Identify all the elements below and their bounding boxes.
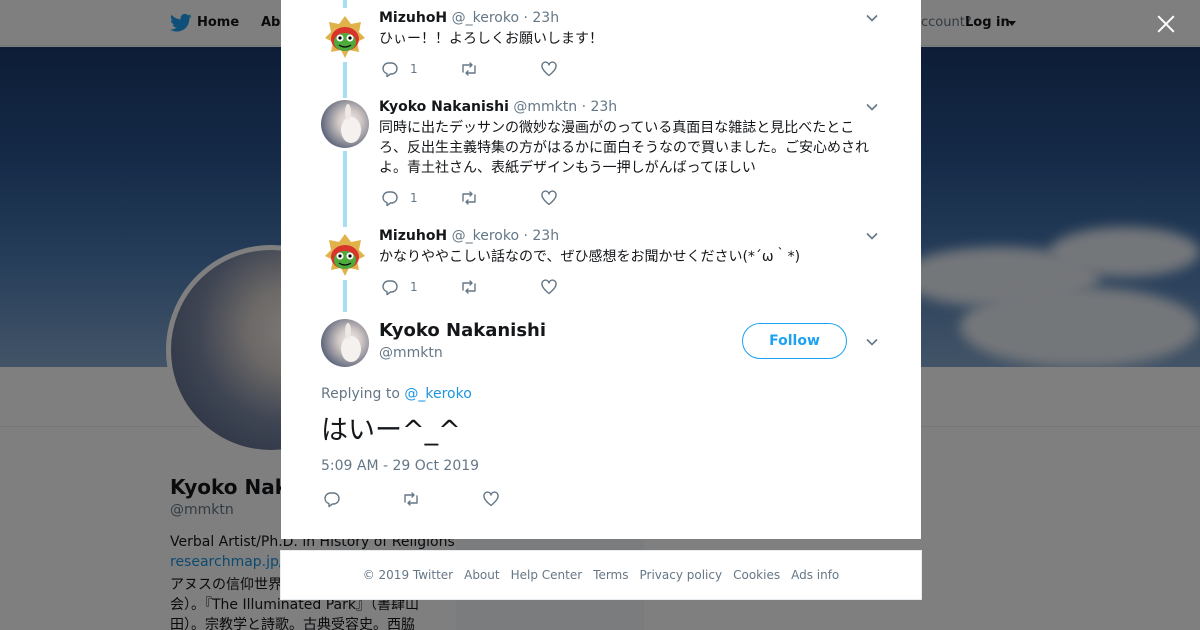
replying-to-link[interactable]: @_keroko: [404, 386, 471, 402]
main-tweet-author-handle[interactable]: @mmktn: [379, 345, 443, 361]
tweet-author-handle[interactable]: @_keroko: [452, 228, 519, 244]
reply-count: 1: [410, 62, 418, 76]
footer-link-privacy-policy[interactable]: Privacy policy: [640, 568, 723, 582]
like-icon[interactable]: [540, 278, 558, 296]
chevron-down-icon[interactable]: [865, 229, 879, 243]
retweet-icon[interactable]: [460, 189, 478, 207]
follow-button[interactable]: Follow: [742, 323, 847, 359]
footer-link-help-center[interactable]: Help Center: [511, 568, 583, 582]
retweet-action[interactable]: [460, 278, 478, 296]
tweet-author-name[interactable]: MizuhoH: [379, 10, 447, 26]
avatar[interactable]: [321, 12, 369, 60]
tweet-author-name[interactable]: Kyoko Nakanishi: [379, 99, 509, 115]
white-rabbit-avatar-icon: [321, 319, 369, 367]
chevron-down-icon[interactable]: [865, 335, 879, 349]
thread-line: [343, 0, 347, 8]
footer-link-ads-info[interactable]: Ads info: [791, 568, 839, 582]
avatar[interactable]: [321, 230, 369, 278]
tweet-author-handle[interactable]: @_keroko: [452, 10, 519, 26]
thread-line: [343, 62, 347, 98]
thread-line: [343, 280, 347, 312]
tweet-time[interactable]: · 23h: [523, 228, 559, 244]
like-action[interactable]: [540, 60, 558, 78]
main-tweet-text: はいー^_^: [321, 415, 461, 446]
like-action[interactable]: [540, 189, 558, 207]
reply-action[interactable]: 1: [381, 60, 418, 78]
reply-count: 1: [410, 191, 418, 205]
tweet-permalink-modal: MizuhoH @_keroko · 23h ひぃー！！よろしくお願いします！ …: [281, 0, 921, 539]
tweet-author-handle[interactable]: @mmktn: [513, 99, 577, 115]
reply-action[interactable]: 1: [381, 189, 418, 207]
footer-link-about[interactable]: About: [464, 568, 499, 582]
reply-icon[interactable]: [381, 60, 399, 78]
avatar[interactable]: [321, 319, 369, 367]
chevron-down-icon[interactable]: [865, 100, 879, 114]
tweet-author-name[interactable]: MizuhoH: [379, 228, 447, 244]
retweet-action[interactable]: [460, 60, 478, 78]
thread-line: [343, 151, 347, 227]
retweet-action[interactable]: [402, 490, 420, 508]
chevron-down-icon[interactable]: [865, 11, 879, 25]
retweet-icon[interactable]: [460, 60, 478, 78]
like-icon[interactable]: [540, 189, 558, 207]
replying-to: Replying to @_keroko: [321, 386, 472, 402]
like-icon[interactable]: [540, 60, 558, 78]
retweet-icon[interactable]: [460, 278, 478, 296]
main-tweet-timestamp[interactable]: 5:09 AM - 29 Oct 2019: [321, 458, 479, 474]
modal-footer: © 2019 Twitter About Help Center Terms P…: [280, 550, 922, 600]
avatar[interactable]: [321, 100, 369, 148]
reply-icon[interactable]: [381, 189, 399, 207]
footer-link-terms[interactable]: Terms: [593, 568, 628, 582]
footer-link-cookies[interactable]: Cookies: [733, 568, 780, 582]
reply-icon[interactable]: [381, 278, 399, 296]
reply-action[interactable]: [323, 490, 341, 508]
reply-icon[interactable]: [323, 490, 341, 508]
white-rabbit-avatar-icon: [321, 100, 369, 148]
tweet-text: 同時に出たデッサンの微妙な漫画がのっている真面目な雑誌と見比べたところ、反出生主…: [379, 120, 869, 176]
close-icon[interactable]: [1154, 12, 1178, 36]
kero-frog-avatar-icon: [321, 12, 369, 60]
tweet-text: かなりややこしい話なので、ぜひ感想をお聞かせください(*´ω｀*): [379, 249, 801, 265]
tweet-text: ひぃー！！よろしくお願いします！: [379, 31, 603, 47]
like-icon[interactable]: [482, 490, 500, 508]
tweet-time[interactable]: · 23h: [582, 99, 618, 115]
main-tweet-author-name[interactable]: Kyoko Nakanishi: [379, 320, 546, 341]
like-action[interactable]: [482, 490, 500, 508]
reply-action[interactable]: 1: [381, 278, 418, 296]
retweet-icon[interactable]: [402, 490, 420, 508]
like-action[interactable]: [540, 278, 558, 296]
tweet-time[interactable]: · 23h: [523, 10, 559, 26]
reply-count: 1: [410, 280, 418, 294]
replying-to-label: Replying to: [321, 386, 400, 402]
kero-frog-avatar-icon: [321, 230, 369, 278]
retweet-action[interactable]: [460, 189, 478, 207]
footer-copyright: © 2019 Twitter: [362, 568, 454, 582]
